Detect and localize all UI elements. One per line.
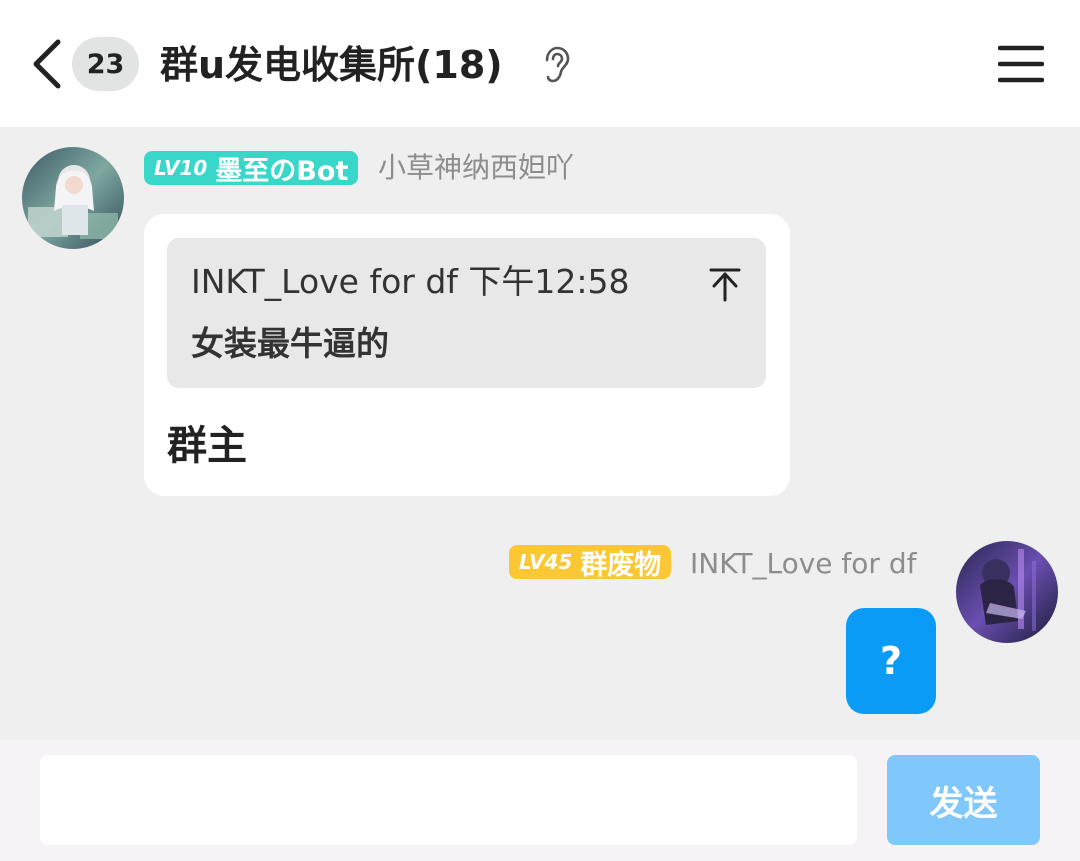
top-bar: 23 群u发电收集所(18) (0, 0, 1080, 127)
quoted-author-time: INKT_Love for df 下午12:58 (191, 262, 630, 301)
avatar-image (956, 541, 1058, 643)
jump-to-top-icon[interactable] (707, 266, 743, 302)
group-title[interactable]: 群u发电收集所(18) (160, 36, 503, 94)
sender-name[interactable]: INKT_Love for df (690, 544, 916, 584)
member-level-tag: LV10 墨至のBot (144, 151, 359, 187)
message-text: 群主 (167, 423, 247, 469)
honor-title: 群废物 (580, 549, 662, 581)
send-button[interactable]: 发送 (887, 755, 1040, 845)
input-bar: 发送 (0, 740, 1080, 861)
quoted-text: 女装最牛逼的 (191, 324, 389, 363)
level-label: LV45 (519, 550, 573, 574)
level-label: LV10 (154, 156, 208, 180)
honor-title: 墨至のBot (215, 155, 349, 187)
sender-avatar[interactable] (22, 147, 124, 249)
member-level-tag: LV45 群废物 (509, 545, 672, 581)
message-bubble-self[interactable]: ? (846, 608, 936, 714)
unread-count-badge[interactable]: 23 (72, 37, 139, 91)
chevron-left-icon[interactable] (26, 36, 70, 92)
self-avatar[interactable] (956, 541, 1058, 643)
hamburger-menu-icon[interactable] (998, 44, 1044, 84)
sender-name[interactable]: 小草神纳西妲吖 (378, 148, 574, 188)
ear-icon (545, 46, 570, 83)
message-input[interactable] (40, 755, 857, 845)
avatar-image (22, 147, 124, 249)
message-bubble[interactable]: INKT_Love for df 下午12:58 女装最牛逼的 群主 (144, 214, 790, 496)
quoted-message[interactable]: INKT_Love for df 下午12:58 女装最牛逼的 (167, 238, 766, 388)
